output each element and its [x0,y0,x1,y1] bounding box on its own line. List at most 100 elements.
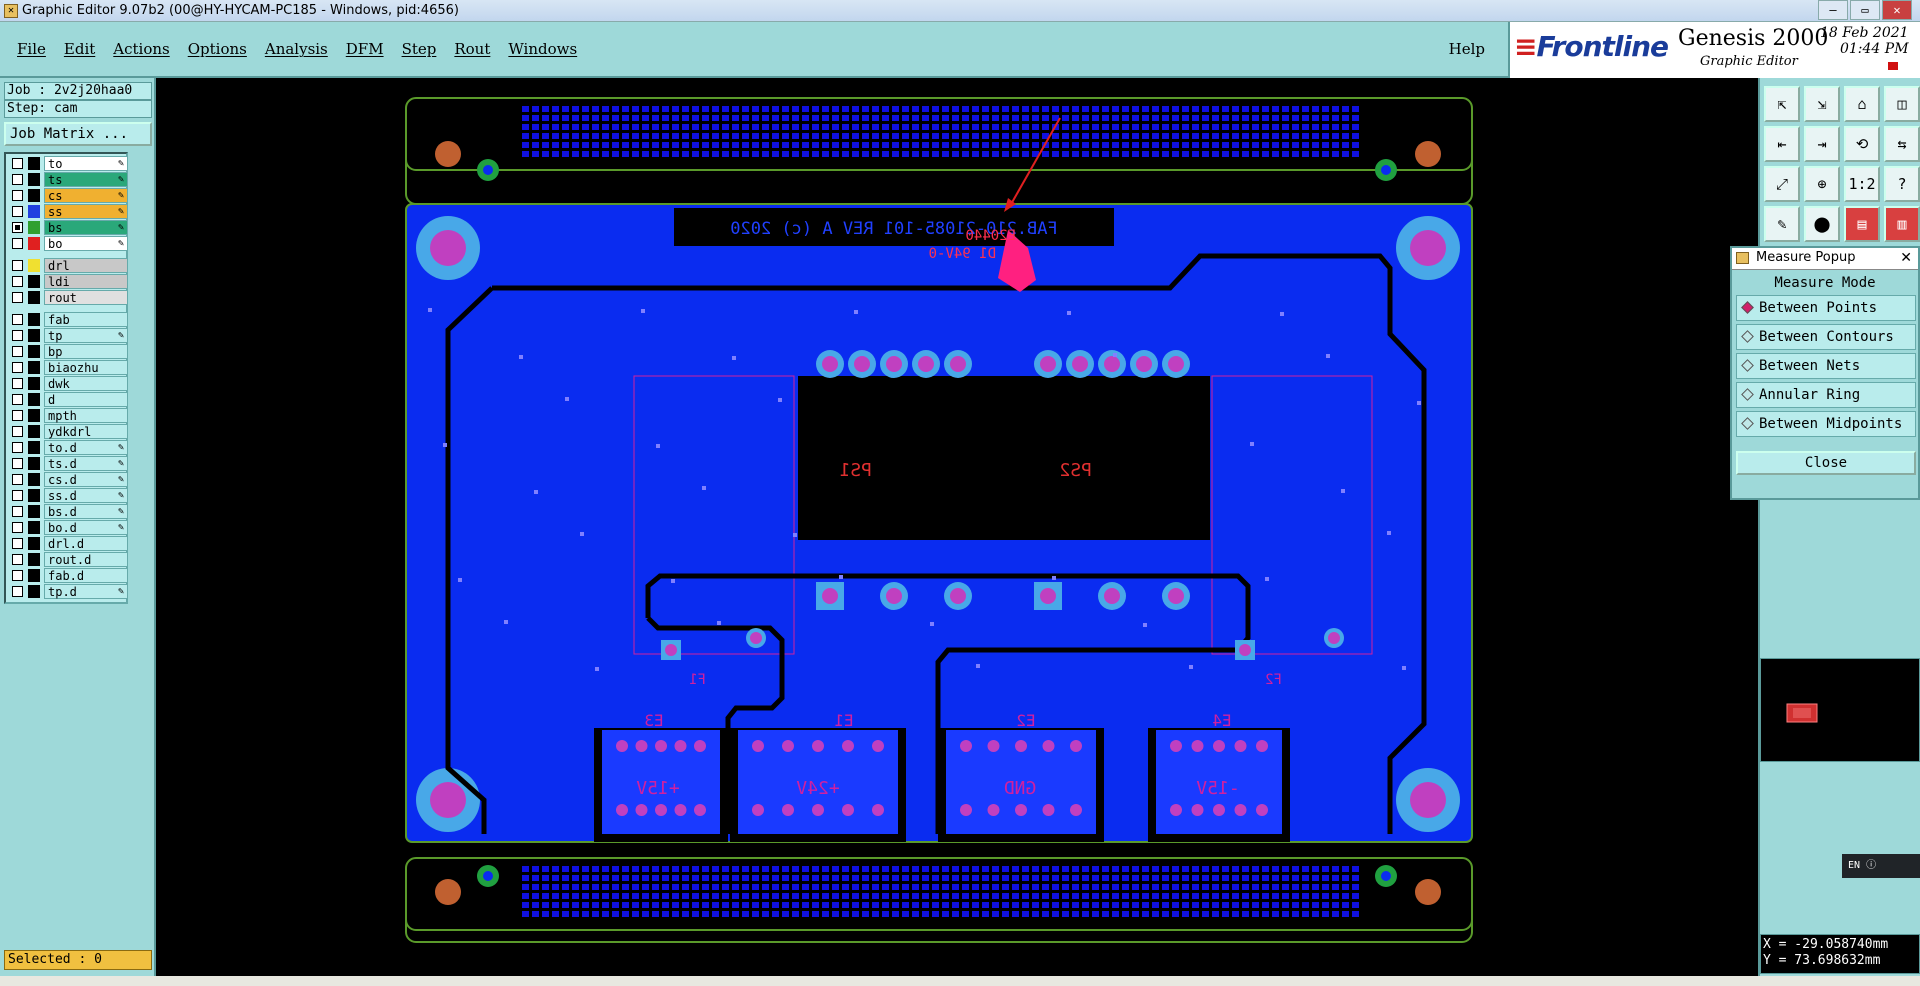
measure-option-between-midpoints[interactable]: Between Midpoints [1736,411,1916,437]
layer-color-swatch[interactable] [28,585,40,598]
job-matrix-button[interactable]: Job Matrix ... [4,122,152,146]
layer-color-swatch[interactable] [28,457,40,470]
layer-color-swatch[interactable] [28,259,40,272]
layer-checkbox[interactable] [12,330,23,341]
layer-checkbox[interactable] [12,586,23,597]
layer-checkbox[interactable] [12,378,23,389]
layer-checkbox[interactable] [12,410,23,421]
layer-color-swatch[interactable] [28,521,40,534]
layer-red-icon[interactable]: ▤ [1844,206,1880,242]
maximize-button[interactable]: ▭ [1850,0,1880,20]
layer-name[interactable]: bp [44,344,128,359]
layer-color-swatch[interactable] [28,505,40,518]
layer-color-swatch[interactable] [28,393,40,406]
measure-option-between-points[interactable]: Between Points [1736,295,1916,321]
help-circle-icon[interactable]: ⓘ [1866,860,1876,871]
layer-row-cs[interactable]: cs ✎ [8,188,128,203]
layer-color-swatch[interactable] [28,569,40,582]
layer-checkbox[interactable] [12,506,23,517]
layer-color-swatch[interactable] [28,237,40,250]
layer-row-rout[interactable]: rout [8,290,128,305]
layer-name[interactable]: biaozhu [44,360,128,375]
layer-name[interactable]: ss ✎ [44,204,128,219]
layer-red2-icon[interactable]: ▥ [1884,206,1920,242]
layer-color-swatch[interactable] [28,221,40,234]
layer-checkbox[interactable] [12,362,23,373]
layer-name[interactable]: bs.d ✎ [44,504,128,519]
layer-name[interactable]: ts.d ✎ [44,456,128,471]
layer-color-swatch[interactable] [28,473,40,486]
minimize-button[interactable]: — [1818,0,1848,20]
layer-row-bo[interactable]: bo ✎ [8,236,128,251]
layer-color-swatch[interactable] [28,313,40,326]
zoom-center-icon[interactable]: ⊕ [1804,166,1840,202]
layer-name[interactable]: ydkdrl [44,424,128,439]
measure-option-between-contours[interactable]: Between Contours [1736,324,1916,350]
layer-color-swatch[interactable] [28,553,40,566]
feature-icon[interactable]: ⬤ [1804,206,1840,242]
layer-row-bp[interactable]: bp [8,344,128,359]
layer-name[interactable]: cs ✎ [44,188,128,203]
layer-row-ts[interactable]: ts ✎ [8,172,128,187]
menu-help[interactable]: Help [1449,40,1485,58]
layer-name[interactable]: tp.d ✎ [44,584,128,599]
layer-name[interactable]: to.d ✎ [44,440,128,455]
layer-row-ss[interactable]: ss ✎ [8,204,128,219]
menu-actions[interactable]: Actions [113,40,169,58]
home-bottom-icon[interactable]: ⇲ [1804,86,1840,122]
menu-analysis[interactable]: Analysis [265,40,328,58]
layer-color-swatch[interactable] [28,329,40,342]
layer-checkbox[interactable] [12,260,23,271]
layer-color-swatch[interactable] [28,205,40,218]
layer-name[interactable]: dwk [44,376,128,391]
layer-color-swatch[interactable] [28,189,40,202]
layer-row-ss.d[interactable]: ss.d ✎ [8,488,128,503]
layer-checkbox[interactable] [12,458,23,469]
home-top-icon[interactable]: ⇱ [1764,86,1800,122]
swap-icon[interactable]: ⇆ [1884,126,1920,162]
layer-row-tp[interactable]: tp ✎ [8,328,128,343]
layer-checkbox[interactable] [12,174,23,185]
layer-name[interactable]: ldi [44,274,128,289]
layer-row-tp.d[interactable]: tp.d ✎ [8,584,128,599]
layer-color-swatch[interactable] [28,425,40,438]
window-icon[interactable]: ◫ [1884,86,1920,122]
layer-color-swatch[interactable] [28,537,40,550]
layer-row-ldi[interactable]: ldi [8,274,128,289]
house-icon[interactable]: ⌂ [1844,86,1880,122]
layer-row-mpth[interactable]: mpth [8,408,128,423]
layer-name[interactable]: ts ✎ [44,172,128,187]
draw-icon[interactable]: ✎ [1764,206,1800,242]
layer-name[interactable]: d [44,392,128,407]
layer-checkbox[interactable] [12,522,23,533]
layer-name[interactable]: fab [44,312,128,327]
layer-color-swatch[interactable] [28,377,40,390]
layer-name[interactable]: rout.d [44,552,128,567]
pan-right-icon[interactable]: ⇥ [1804,126,1840,162]
layer-row-biaozhu[interactable]: biaozhu [8,360,128,375]
layer-name[interactable]: drl.d [44,536,128,551]
layer-checkbox[interactable] [12,490,23,501]
layer-row-to.d[interactable]: to.d ✎ [8,440,128,455]
layer-color-swatch[interactable] [28,275,40,288]
layer-name[interactable]: bo.d ✎ [44,520,128,535]
layer-name[interactable]: tp ✎ [44,328,128,343]
graphic-canvas[interactable]: FAB.210-21085-101 REV A (c) 2020 PS1 PS2 E2… [158,78,1758,976]
layer-row-bo.d[interactable]: bo.d ✎ [8,520,128,535]
layer-row-rout.d[interactable]: rout.d [8,552,128,567]
pcb-view[interactable]: FAB.210-21085-101 REV A (c) 2020PS1 PS2E2… [158,78,1758,976]
pan-left-icon[interactable]: ⇤ [1764,126,1800,162]
layer-checkbox[interactable] [12,292,23,303]
menu-step[interactable]: Step [402,40,437,58]
zoom-fit-icon[interactable]: ⤢ [1764,166,1800,202]
layer-name[interactable]: bs ✎ [44,220,128,235]
layer-color-swatch[interactable] [28,441,40,454]
layer-checkbox[interactable] [12,538,23,549]
layer-checkbox[interactable] [12,190,23,201]
layer-name[interactable]: cs.d ✎ [44,472,128,487]
layer-row-to[interactable]: to ✎ [8,156,128,171]
popup-close-icon[interactable]: ✕ [1900,248,1912,268]
layer-row-dwk[interactable]: dwk [8,376,128,391]
layer-checkbox[interactable] [12,158,23,169]
pause-icon[interactable] [1888,62,1898,70]
